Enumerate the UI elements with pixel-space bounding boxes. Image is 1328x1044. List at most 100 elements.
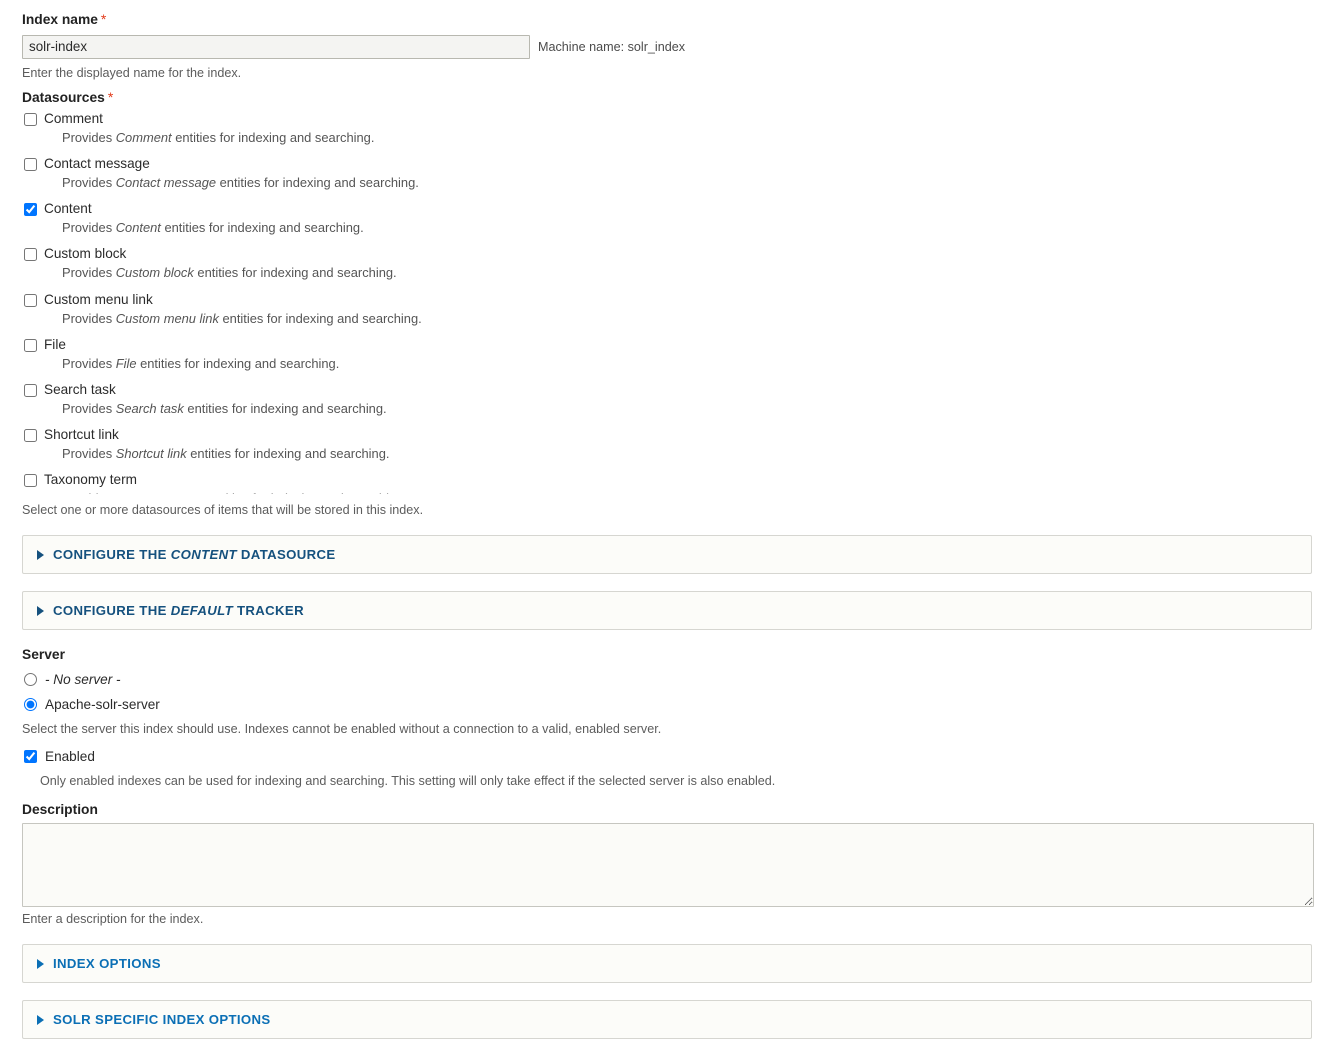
datasource-option: Search taskProvides Search task entities… [22, 381, 1312, 417]
server-radio-label[interactable]: Apache-solr-server [45, 697, 160, 712]
datasources-description: Select one or more datasources of items … [22, 502, 423, 519]
index-name-input-row: Machine name: solr_index [22, 35, 685, 59]
datasource-checkbox-row[interactable]: File [22, 336, 1312, 354]
datasource-option-description: Provides Comment entities for indexing a… [62, 130, 1312, 146]
entity-name-emphasis: Contact message [116, 175, 216, 190]
server-radio-group: - No server - Apache-solr-server [22, 668, 160, 718]
datasource-option-description: Provides File entities for indexing and … [62, 356, 1312, 372]
description-label: Description [22, 802, 98, 819]
datasource-checkbox-row[interactable]: Comment [22, 110, 1312, 128]
datasource-option-description: Provides Search task entities for indexi… [62, 401, 1312, 417]
details-summary-solr-specific-index-options[interactable]: Solr specific index options [23, 1001, 1311, 1038]
entity-name-emphasis: Comment [116, 130, 172, 145]
datasource-option-description: Provides Contact message entities for in… [62, 175, 1312, 191]
datasource-option-label[interactable]: Contact message [44, 155, 150, 173]
datasource-option: Shortcut linkProvides Shortcut link enti… [22, 426, 1312, 462]
datasources-label-text: Datasources [22, 90, 105, 105]
datasource-option-label[interactable]: Shortcut link [44, 426, 119, 444]
datasources-label: Datasources* [22, 89, 113, 107]
details-summary-text: Index options [53, 956, 161, 971]
details-panel-configure-default-tracker[interactable]: Configure the Default tracker [22, 591, 1312, 630]
details-panel-configure-content-datasource[interactable]: Configure the Content datasource [22, 535, 1312, 574]
details-summary-configure-default-tracker[interactable]: Configure the Default tracker [23, 592, 1311, 629]
datasource-option-label[interactable]: Taxonomy term [44, 471, 137, 489]
server-label: Server [22, 647, 65, 664]
entity-name-emphasis: Custom block [116, 265, 194, 280]
datasource-option-description: Provides Custom menu link entities for i… [62, 311, 1312, 327]
datasource-checkbox-row[interactable]: Taxonomy term [22, 471, 1312, 489]
index-name-label: Index name* [22, 11, 685, 29]
details-panel-index-options[interactable]: Index options [22, 944, 1312, 983]
enabled-description: Only enabled indexes can be used for ind… [40, 773, 775, 790]
datasource-checkbox[interactable] [24, 384, 37, 397]
index-edit-form: Index name* Machine name: solr_index Ent… [0, 0, 1328, 1044]
datasource-checkbox[interactable] [24, 158, 37, 171]
server-radio[interactable] [24, 698, 37, 711]
datasource-option: Custom blockProvides Custom block entiti… [22, 245, 1312, 281]
details-summary-text: Configure the Content datasource [53, 547, 336, 562]
description-textarea[interactable] [22, 823, 1314, 907]
server-radio-row[interactable]: - No server - [22, 668, 160, 690]
datasource-option-label[interactable]: Comment [44, 110, 103, 128]
datasource-option-label[interactable]: Custom block [44, 245, 126, 263]
entity-name-emphasis: Content [116, 220, 161, 235]
datasource-option-label[interactable]: Search task [44, 381, 116, 399]
details-summary-emphasis: Content [171, 547, 237, 562]
datasource-option: Contact messageProvides Contact message … [22, 155, 1312, 191]
datasource-option: FileProvides File entities for indexing … [22, 336, 1312, 372]
index-name-input[interactable] [22, 35, 530, 59]
index-name-field-group: Index name* Machine name: solr_index Ent… [22, 11, 685, 82]
details-summary-text: Configure the Default tracker [53, 603, 304, 618]
server-radio-label[interactable]: - No server - [45, 672, 121, 687]
datasource-option: ContentProvides Content entities for ind… [22, 200, 1312, 236]
enabled-checkbox-row[interactable]: Enabled [22, 749, 95, 764]
triangle-right-icon [37, 959, 44, 969]
entity-name-emphasis: Taxonomy term [116, 491, 204, 494]
datasource-option-label[interactable]: Content [44, 200, 92, 218]
machine-name-text: Machine name: solr_index [538, 40, 685, 54]
datasources-scroll-area[interactable]: CommentProvides Comment entities for ind… [22, 110, 1312, 494]
entity-name-emphasis: Shortcut link [116, 446, 187, 461]
datasource-checkbox-row[interactable]: Content [22, 200, 1312, 218]
required-marker-icon: * [108, 89, 113, 105]
details-summary-text: Solr specific index options [53, 1012, 271, 1027]
datasource-checkbox[interactable] [24, 203, 37, 216]
enabled-checkbox[interactable] [24, 750, 37, 763]
datasource-checkbox-row[interactable]: Search task [22, 381, 1312, 399]
description-field-description: Enter a description for the index. [22, 911, 203, 928]
triangle-right-icon [37, 1015, 44, 1025]
datasource-option-description: Provides Shortcut link entities for inde… [62, 446, 1312, 462]
datasource-option-label[interactable]: Custom menu link [44, 291, 153, 309]
datasource-checkbox-row[interactable]: Custom menu link [22, 291, 1312, 309]
enabled-label[interactable]: Enabled [45, 749, 95, 764]
datasource-option-description: Provides Custom block entities for index… [62, 265, 1312, 281]
datasource-option-description: Provides Taxonomy term entities for inde… [62, 491, 1312, 494]
details-summary-index-options[interactable]: Index options [23, 945, 1311, 982]
datasource-checkbox[interactable] [24, 248, 37, 261]
datasource-checkbox[interactable] [24, 339, 37, 352]
entity-name-emphasis: File [116, 356, 137, 371]
datasource-checkbox-row[interactable]: Custom block [22, 245, 1312, 263]
entity-name-emphasis: Search task [116, 401, 184, 416]
details-summary-configure-content-datasource[interactable]: Configure the Content datasource [23, 536, 1311, 573]
details-panel-solr-specific-index-options[interactable]: Solr specific index options [22, 1000, 1312, 1039]
server-radio-row[interactable]: Apache-solr-server [22, 693, 160, 715]
entity-name-emphasis: Custom menu link [116, 311, 219, 326]
datasource-checkbox-row[interactable]: Contact message [22, 155, 1312, 173]
triangle-right-icon [37, 550, 44, 560]
required-marker-icon: * [101, 11, 106, 27]
datasource-option: CommentProvides Comment entities for ind… [22, 110, 1312, 146]
index-name-label-text: Index name [22, 12, 98, 27]
index-name-description: Enter the displayed name for the index. [22, 65, 685, 82]
datasource-checkbox[interactable] [24, 294, 37, 307]
datasource-option: Taxonomy termProvides Taxonomy term enti… [22, 471, 1312, 494]
datasource-checkbox[interactable] [24, 113, 37, 126]
datasource-option-label[interactable]: File [44, 336, 66, 354]
server-description: Select the server this index should use.… [22, 721, 661, 738]
server-radio[interactable] [24, 673, 37, 686]
datasource-option: Custom menu linkProvides Custom menu lin… [22, 291, 1312, 327]
datasource-checkbox[interactable] [24, 429, 37, 442]
datasource-checkbox[interactable] [24, 474, 37, 487]
datasource-checkbox-row[interactable]: Shortcut link [22, 426, 1312, 444]
triangle-right-icon [37, 606, 44, 616]
